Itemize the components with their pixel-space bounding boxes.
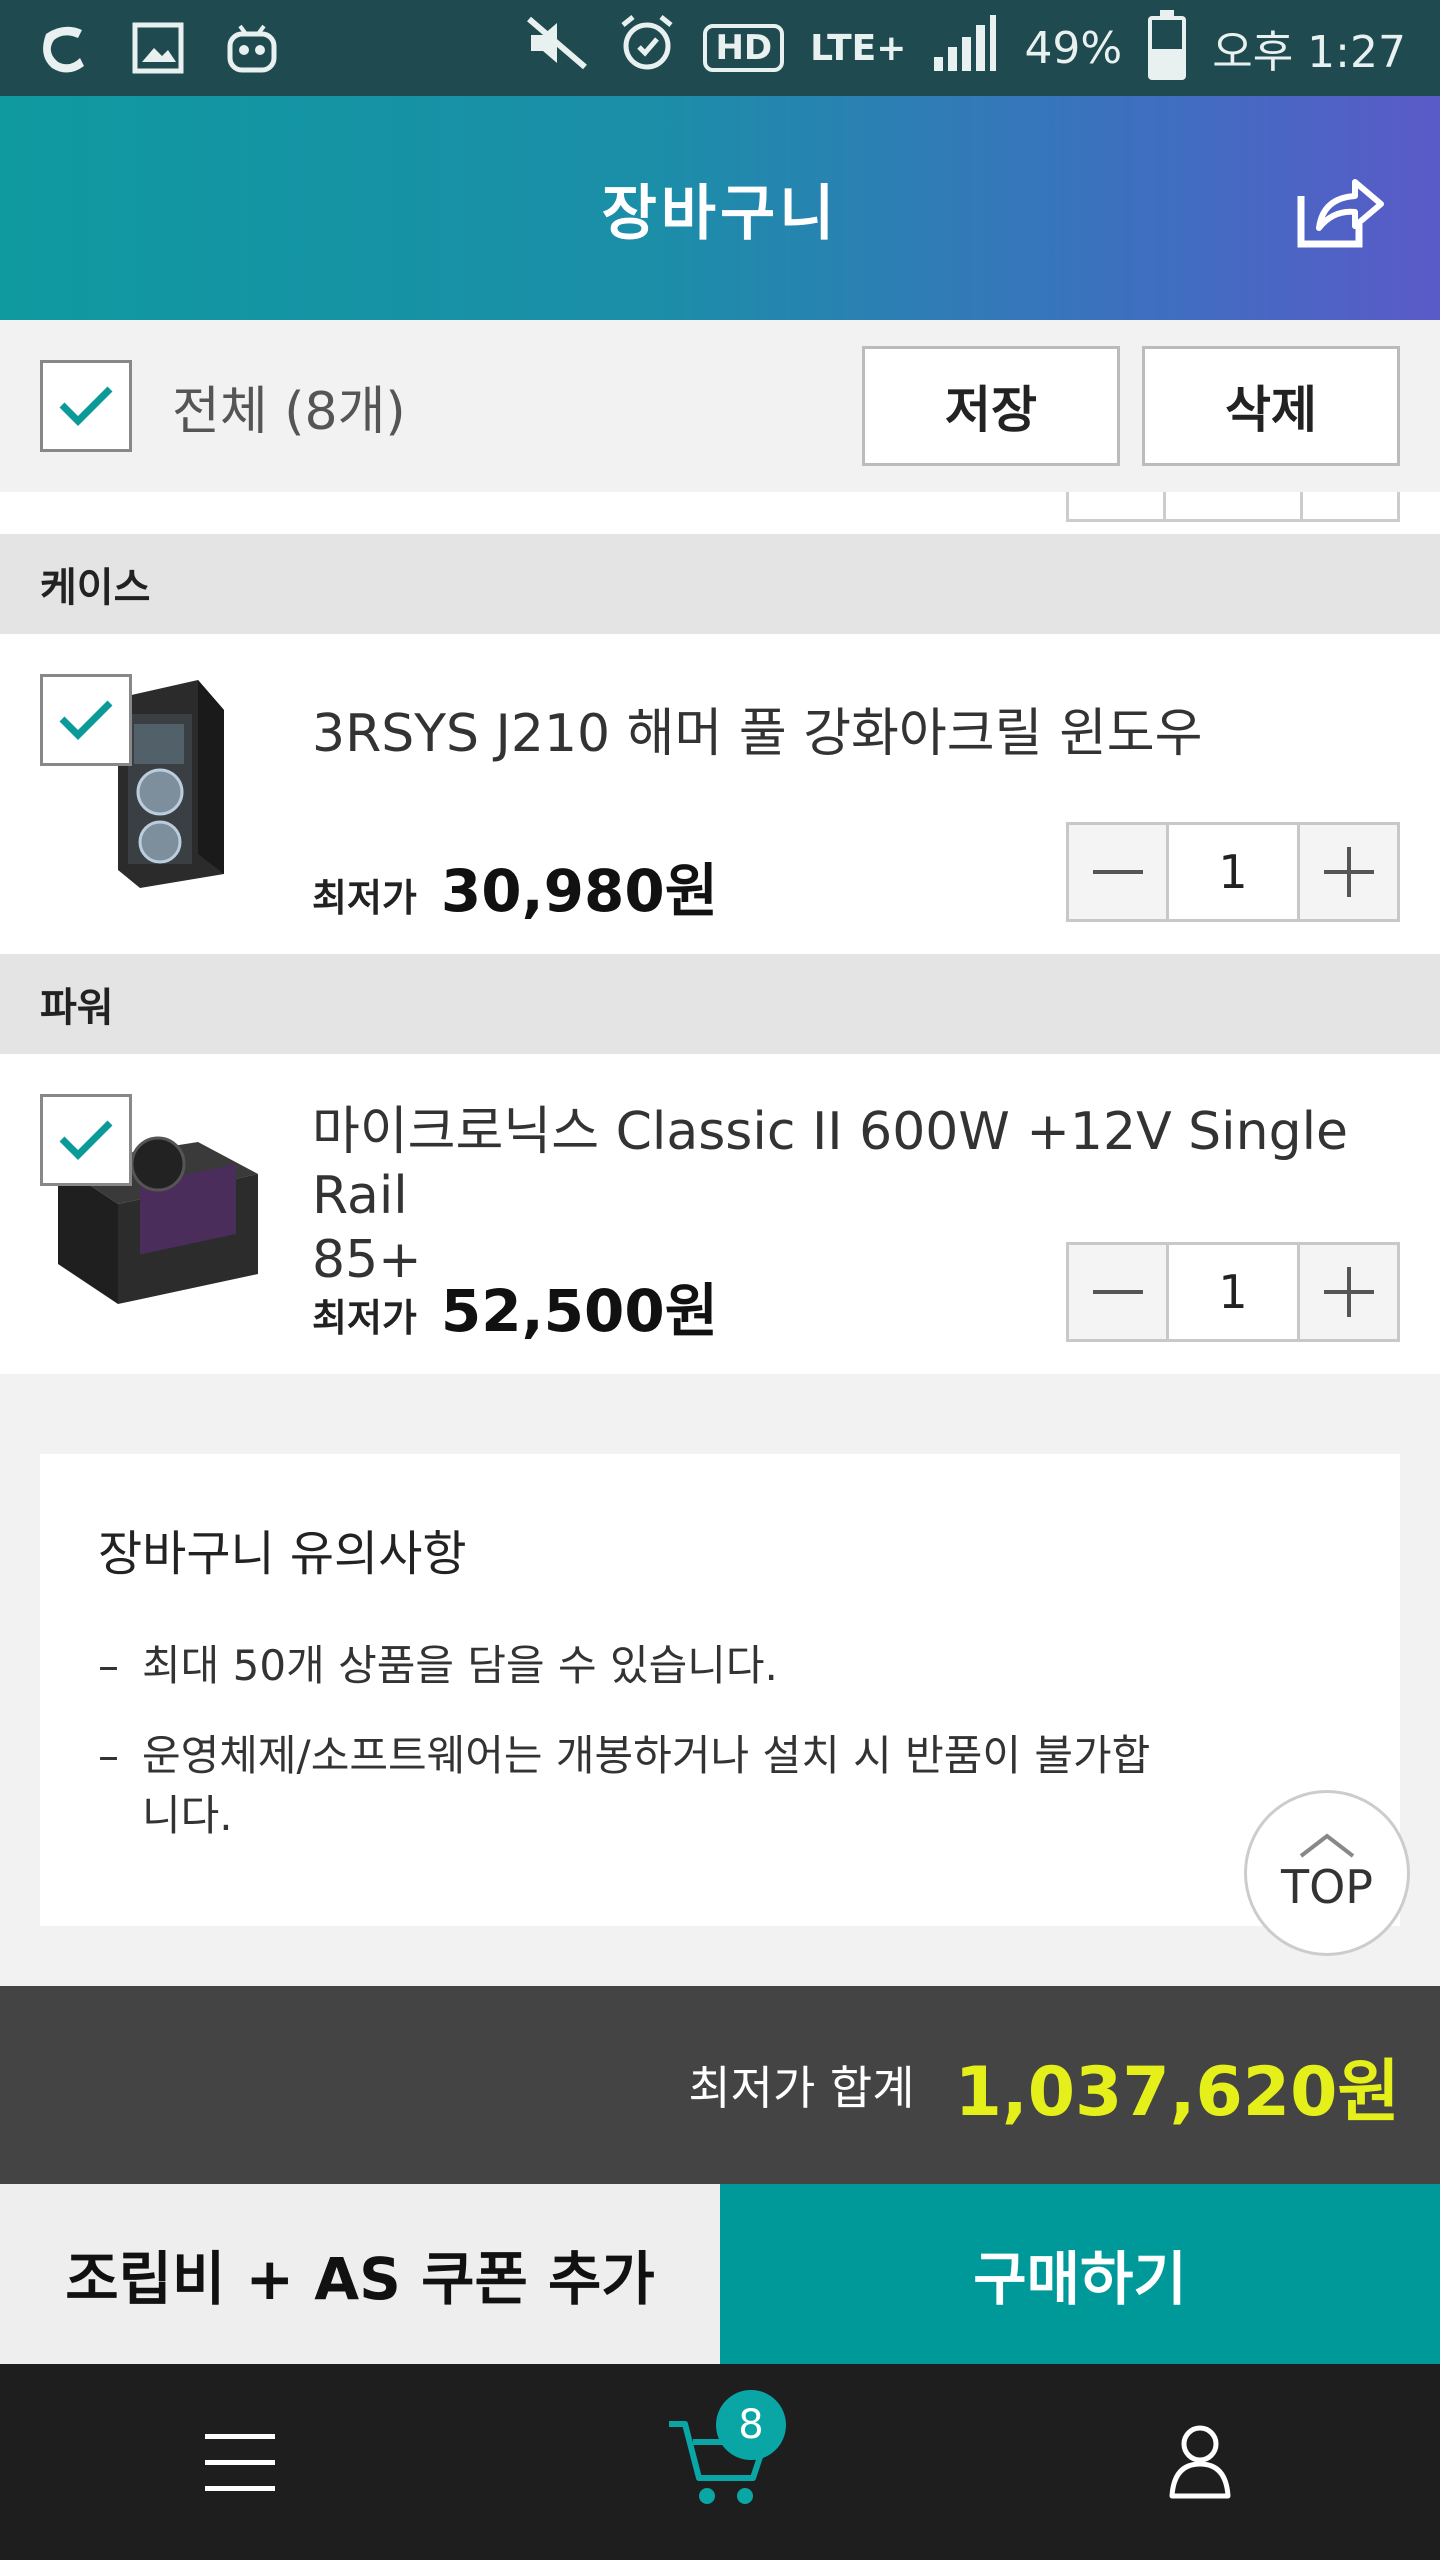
cart-item-power: 마이크로닉스 Classic II 600W +12V Single Rail … bbox=[0, 1054, 1440, 1374]
hamburger-menu-icon bbox=[205, 2434, 275, 2491]
select-all-checkbox[interactable] bbox=[40, 360, 132, 452]
increase-button[interactable] bbox=[1300, 1245, 1397, 1339]
cart-notice: 장바구니 유의사항 – 최대 50개 상품을 담을 수 있습니다. – 운영체제… bbox=[40, 1454, 1400, 1926]
product-name[interactable]: 3RSYS J210 해머 풀 강화아크릴 윈도우 bbox=[312, 702, 1202, 766]
buy-button[interactable]: 구매하기 bbox=[720, 2184, 1440, 2364]
page-title: 장바구니 bbox=[601, 178, 839, 249]
decrease-button[interactable] bbox=[1069, 1245, 1166, 1339]
quantity-value[interactable]: 1 bbox=[1166, 1245, 1300, 1339]
plus-icon bbox=[1323, 1267, 1374, 1317]
scroll-top-button[interactable]: TOP bbox=[1244, 1790, 1410, 1956]
total-value: 1,037,620원 bbox=[954, 2052, 1400, 2132]
price-value: 52,500원 bbox=[440, 1277, 719, 1345]
category-header-case: 케이스 bbox=[0, 534, 1440, 634]
share-icon bbox=[1297, 179, 1384, 248]
cart-item-case: 3RSYS J210 해머 풀 강화아크릴 윈도우 최저가 30,980원 1 bbox=[0, 634, 1440, 954]
clock: 오후 1:27 bbox=[1212, 27, 1406, 78]
notice-line: – 운영체제/소프트웨어는 개봉하거나 설치 시 반품이 불가합니다. bbox=[98, 1726, 1342, 1846]
notice-title: 장바구니 유의사항 bbox=[98, 1526, 467, 1582]
hd-voice-indicator: HD bbox=[703, 24, 785, 72]
notice-dash: – bbox=[98, 1731, 119, 1780]
price-label: 최저가 bbox=[312, 876, 417, 920]
total-bar: 최저가 합계 1,037,620원 bbox=[0, 1986, 1440, 2184]
price-value: 30,980원 bbox=[440, 857, 719, 925]
share-button[interactable] bbox=[1294, 162, 1390, 258]
notice-dash: – bbox=[98, 1641, 119, 1690]
minus-icon bbox=[1092, 870, 1143, 874]
delete-button[interactable]: 삭제 bbox=[1142, 346, 1400, 466]
alarm-icon bbox=[617, 13, 677, 84]
increase-button[interactable] bbox=[1300, 825, 1397, 919]
gallery-icon bbox=[128, 18, 188, 78]
user-icon bbox=[1169, 2425, 1231, 2499]
cart-count-badge: 8 bbox=[716, 2390, 786, 2460]
cart-toolbar: 전체 (8개) 저장 삭제 bbox=[0, 320, 1440, 492]
price-row: 최저가 30,980원 bbox=[312, 844, 718, 928]
battery-icon bbox=[1148, 10, 1187, 80]
mute-icon bbox=[525, 15, 591, 82]
quantity-stepper: 1 bbox=[1066, 822, 1400, 922]
notice-text: 최대 50개 상품을 담을 수 있습니다. bbox=[142, 1641, 778, 1690]
checkmark-icon bbox=[59, 700, 113, 740]
price-row: 최저가 52,500원 bbox=[312, 1264, 718, 1348]
quantity-stepper-partial bbox=[1066, 492, 1400, 522]
account-button[interactable] bbox=[1120, 2382, 1280, 2542]
chevron-up-icon bbox=[1299, 1833, 1355, 1858]
menu-button[interactable] bbox=[160, 2382, 320, 2542]
category-header-power: 파워 bbox=[0, 954, 1440, 1054]
item-checkbox[interactable] bbox=[40, 674, 132, 766]
decrease-button[interactable] bbox=[1069, 825, 1166, 919]
bottom-nav: 8 bbox=[0, 2364, 1440, 2560]
battery-percent: 49% bbox=[1024, 22, 1123, 74]
notice-text: 운영체제/소프트웨어는 개봉하거나 설치 시 반품이 불가합니다. bbox=[142, 1731, 1151, 1840]
item-checkbox[interactable] bbox=[40, 1094, 132, 1186]
price-label: 최저가 bbox=[312, 1296, 417, 1340]
minus-icon bbox=[1092, 1290, 1143, 1294]
product-name-line-1: 마이크로닉스 Classic II 600W +12V Single Rail bbox=[312, 1102, 1349, 1226]
save-button[interactable]: 저장 bbox=[862, 346, 1120, 466]
select-all-label: 전체 (8개) bbox=[172, 381, 406, 442]
quantity-value[interactable]: 1 bbox=[1166, 825, 1300, 919]
quantity-stepper: 1 bbox=[1066, 1242, 1400, 1342]
lte-indicator: LTE+ bbox=[810, 27, 907, 69]
app-notification-icon bbox=[34, 18, 94, 78]
cart-nav-button[interactable]: 8 bbox=[640, 2382, 800, 2542]
signal-icon bbox=[932, 13, 998, 84]
add-coupon-button[interactable]: 조립비 + AS 쿠폰 추가 bbox=[0, 2184, 720, 2364]
action-bar: 조립비 + AS 쿠폰 추가 구매하기 bbox=[0, 2184, 1440, 2364]
app-header: 장바구니 bbox=[0, 96, 1440, 320]
plus-icon bbox=[1323, 847, 1374, 897]
notice-line: – 최대 50개 상품을 담을 수 있습니다. bbox=[98, 1636, 1342, 1696]
previous-item-partial bbox=[0, 492, 1440, 534]
total-label: 최저가 합계 bbox=[688, 2061, 915, 2115]
scroll-top-label: TOP bbox=[1280, 1860, 1374, 1914]
checkmark-icon bbox=[59, 1120, 113, 1160]
robot-app-icon bbox=[222, 18, 282, 78]
status-bar: HD LTE+ 49% 오후 1:27 bbox=[0, 0, 1440, 96]
checkmark-icon bbox=[59, 386, 113, 426]
